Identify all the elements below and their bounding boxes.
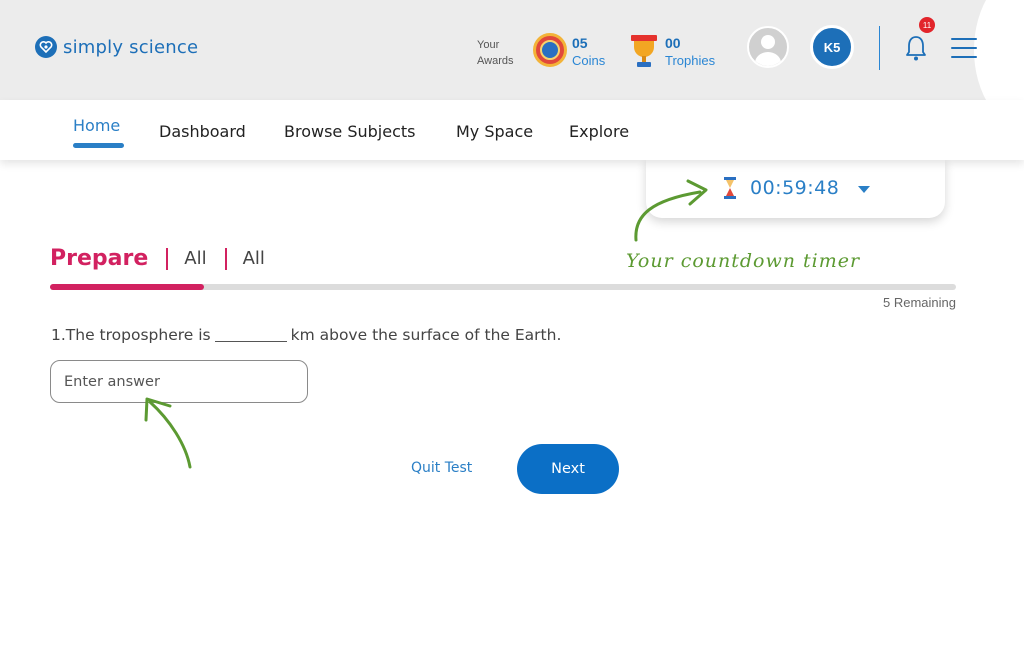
nav-home[interactable]: Home xyxy=(73,116,120,135)
awards-label-line1: Your xyxy=(477,39,500,51)
answer-input[interactable] xyxy=(50,360,308,403)
countdown-timer[interactable]: 00:59:48 xyxy=(646,158,945,218)
avatar-icon[interactable] xyxy=(747,26,789,68)
nav-dashboard[interactable]: Dashboard xyxy=(159,122,246,141)
hourglass-icon xyxy=(724,177,736,199)
trophy-icon xyxy=(631,35,657,67)
remaining-count: 5 Remaining xyxy=(883,295,956,310)
heart-shield-icon xyxy=(35,36,57,58)
coin-icon xyxy=(533,33,567,67)
breadcrumb-prepare: Prepare xyxy=(50,246,149,271)
top-header: simply science Your Awards 05 Coins 00 T… xyxy=(0,0,1024,100)
question-text-after: km above the surface of the Earth. xyxy=(290,326,562,344)
awards-label-line2: Awards xyxy=(477,55,514,67)
hamburger-menu-icon[interactable] xyxy=(951,38,977,58)
trophies-label: Trophies xyxy=(665,53,716,68)
question-text: 1.The troposphere is km above the surface… xyxy=(51,326,561,344)
nav-my-space[interactable]: My Space xyxy=(456,122,533,141)
coins-label: Coins xyxy=(572,53,606,68)
test-progress-fill xyxy=(50,284,205,290)
question-text-before: 1.The troposphere is xyxy=(51,326,211,344)
nav-explore[interactable]: Explore xyxy=(569,122,629,141)
caret-down-icon[interactable] xyxy=(858,186,870,193)
timer-value: 00:59:48 xyxy=(750,177,840,199)
header-curve-decoration xyxy=(974,0,1024,100)
notification-count-badge: 11 xyxy=(919,17,935,33)
main-nav: Home Dashboard Browse Subjects My Space … xyxy=(0,100,1024,160)
breadcrumb-all-1[interactable]: All xyxy=(184,248,206,269)
site-logo[interactable]: simply science xyxy=(35,36,198,58)
quit-test-button[interactable]: Quit Test xyxy=(411,460,472,476)
question-blank xyxy=(214,328,287,342)
next-button[interactable]: Next xyxy=(517,444,619,494)
test-progress-bar xyxy=(50,284,956,290)
breadcrumb-separator xyxy=(166,247,169,270)
trophies-count: 00 xyxy=(665,35,681,51)
bell-icon[interactable] xyxy=(904,34,928,62)
user-initials-badge[interactable]: K5 xyxy=(810,25,854,69)
logo-text: simply science xyxy=(63,36,199,58)
breadcrumb: Prepare All All xyxy=(50,246,265,271)
header-divider xyxy=(879,26,880,70)
breadcrumb-separator xyxy=(224,247,227,270)
nav-active-underline xyxy=(73,143,124,148)
coins-count: 05 xyxy=(572,35,588,51)
breadcrumb-all-2[interactable]: All xyxy=(243,248,265,269)
awards-label: Your Awards xyxy=(477,37,527,69)
nav-browse-subjects[interactable]: Browse Subjects xyxy=(284,122,416,141)
timer-annotation-note: Your countdown timer xyxy=(626,250,861,272)
